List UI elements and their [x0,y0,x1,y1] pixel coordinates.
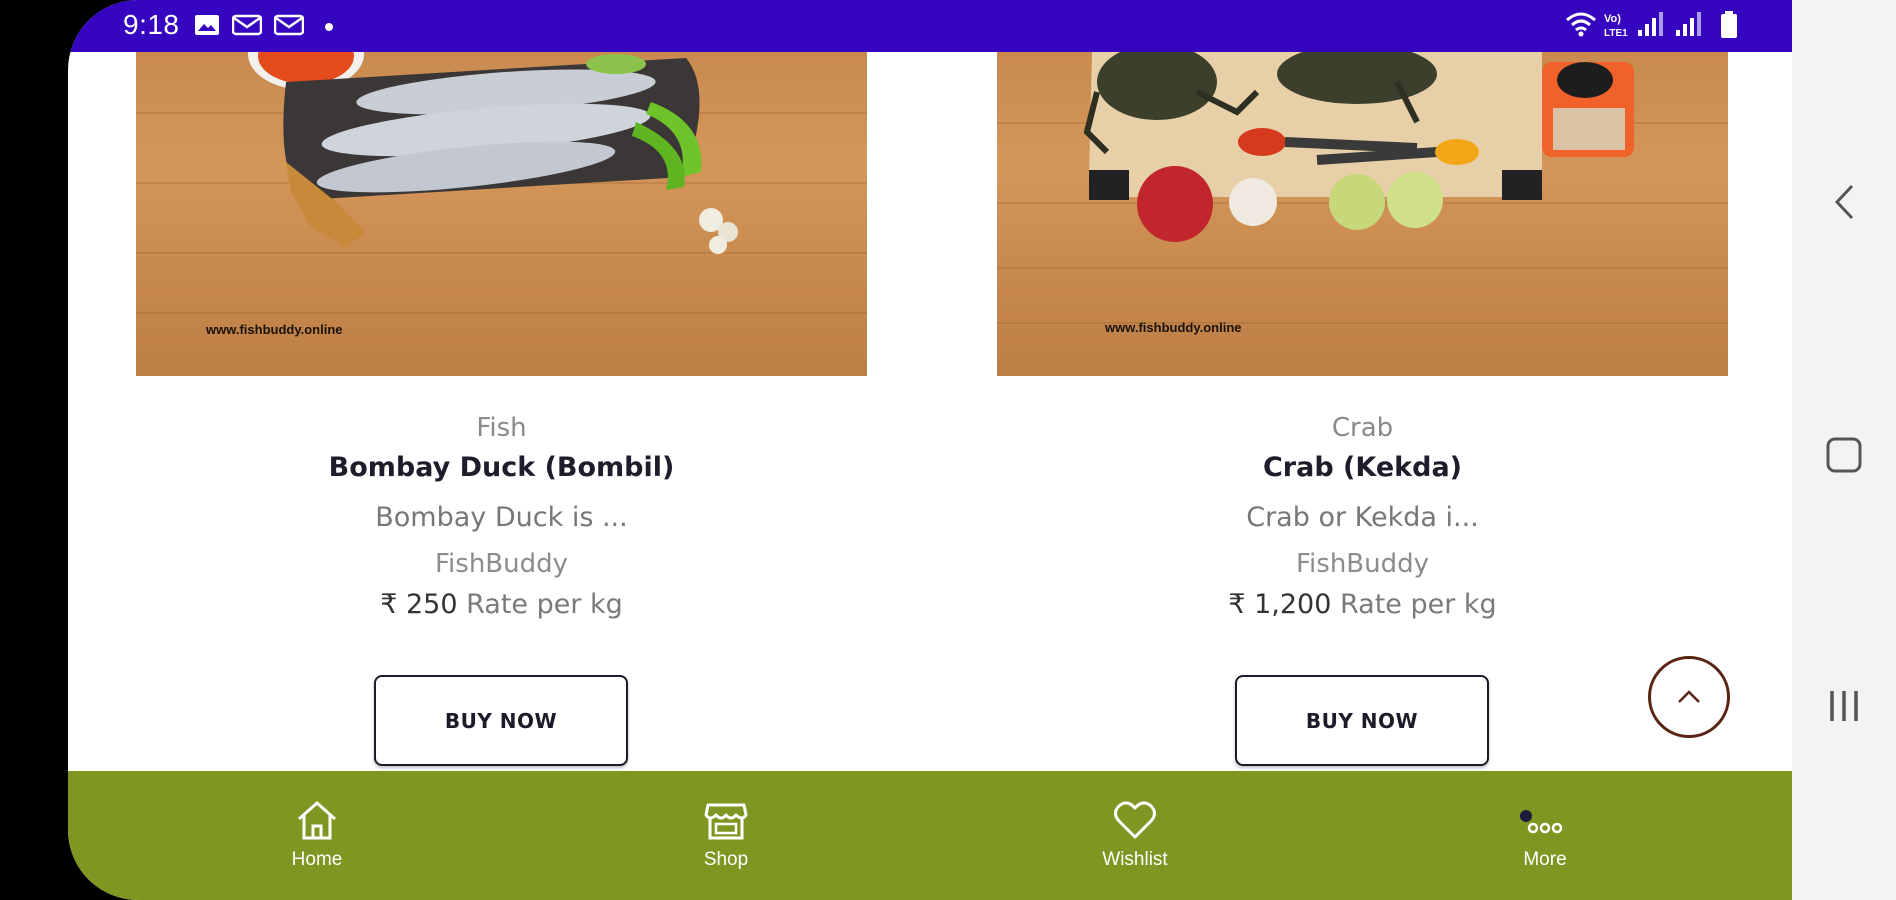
nav-label: Home [291,849,343,870]
price-unit: Rate per kg [466,589,623,620]
product-card-bombay-duck: Fish Bombay Duck (Bombil) Bombay Duck is… [136,410,867,626]
scroll-to-top-button[interactable] [1648,656,1730,738]
shop-icon [704,803,748,840]
back-icon [1834,184,1854,220]
product-price: ₹ 1,200 Rate per kg [997,584,1728,626]
currency-symbol: ₹ [380,589,398,620]
product-image-crab[interactable]: www.fishbuddy.online [997,52,1728,376]
price-amount: 250 [405,589,458,620]
dot-icon [325,23,333,31]
product-category[interactable]: Fish [136,410,867,446]
product-watermark: www.fishbuddy.online [1105,320,1242,335]
product-seller[interactable]: FishBuddy [136,544,867,584]
price-unit: Rate per kg [1339,589,1497,620]
product-description: Crab or Kekda i... [1246,502,1479,533]
product-name[interactable]: Bombay Duck (Bombil) [136,446,867,490]
chevron-up-icon [1678,690,1700,703]
nav-item-home[interactable]: Home [257,799,377,871]
home-button[interactable] [1792,435,1896,475]
image-icon [195,15,219,35]
signal-icon [1676,12,1701,36]
buy-now-button[interactable]: BUY NOW [374,675,628,766]
system-navigation-bar [1792,0,1896,900]
product-price: ₹ 250 Rate per kg [136,584,867,626]
product-card-crab: Crab Crab (Kekda) Crab or Kekda i... Fis… [997,410,1728,626]
product-seller[interactable]: FishBuddy [997,544,1728,584]
back-button[interactable] [1792,182,1896,222]
buy-now-button[interactable]: BUY NOW [1235,675,1489,766]
status-bar: 9:18 Vo) LTE1 [68,0,1792,52]
nav-label: More [1523,849,1567,870]
nav-item-wishlist[interactable]: Wishlist [1075,799,1195,871]
heart-icon [1114,801,1156,839]
product-name[interactable]: Crab (Kekda) [997,446,1728,490]
svg-text:Vo): Vo) [1604,13,1621,25]
battery-icon [1721,11,1737,38]
mail-icon [274,14,304,36]
app-screen: 9:18 Vo) LTE1 www.fishbuddy.online www.f… [68,0,1792,900]
nav-label: Shop [703,849,749,870]
volte-icon: Vo) LTE1 [1604,13,1628,39]
more-icon [1520,810,1563,834]
home-square-icon [1826,437,1862,473]
wifi-icon [1566,12,1596,37]
product-watermark: www.fishbuddy.online [206,322,343,337]
bottom-navigation: Home Shop Wishlist More [68,771,1792,900]
product-image-bombay-duck[interactable]: www.fishbuddy.online [136,52,867,376]
nav-label: Wishlist [1102,849,1168,870]
recents-icon [1830,691,1858,721]
recents-button[interactable] [1792,688,1896,724]
currency-symbol: ₹ [1228,589,1246,620]
signal-icon [1638,12,1663,36]
nav-item-more[interactable]: More [1485,799,1605,871]
nav-item-shop[interactable]: Shop [666,799,786,871]
status-time: 9:18 [123,9,180,40]
price-amount: 1,200 [1254,589,1332,620]
product-category[interactable]: Crab [997,410,1728,446]
home-icon [298,801,336,840]
svg-text:LTE1: LTE1 [1604,28,1628,39]
mail-icon [232,14,262,36]
product-description: Bombay Duck is ... [375,502,628,533]
